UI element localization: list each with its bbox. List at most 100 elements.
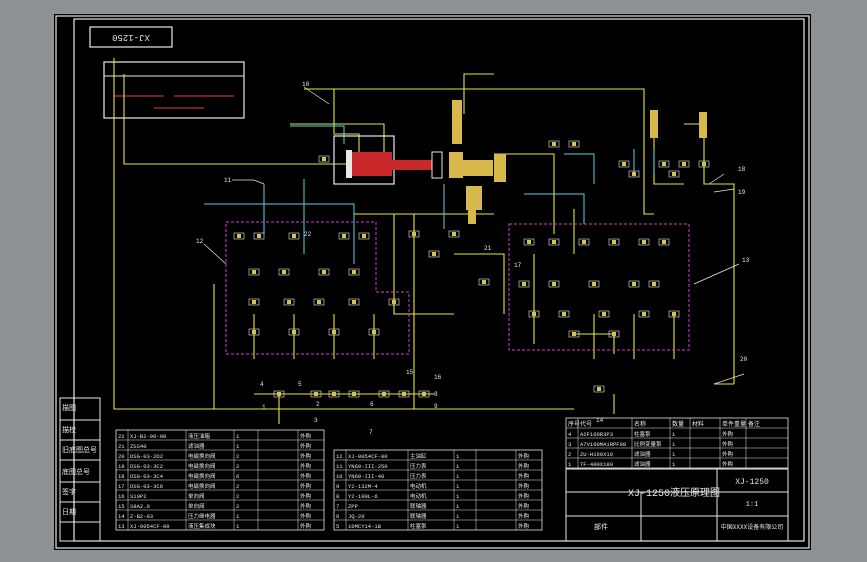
relief-valve	[452, 100, 462, 144]
valve-core	[642, 312, 646, 316]
bom-cell: 1	[672, 461, 676, 468]
callout: 6	[370, 401, 374, 408]
valve-core	[662, 162, 666, 166]
panel-label: 描校	[62, 425, 76, 435]
valve-core	[282, 270, 286, 274]
callout: 7	[369, 429, 373, 436]
bom-cell: 6	[236, 473, 239, 480]
valve-core	[622, 162, 626, 166]
valve-core	[527, 240, 531, 244]
bom-cell: 电动机	[410, 482, 427, 490]
bom-cell: 外购	[300, 512, 312, 520]
cylinder-right-1	[650, 110, 658, 138]
bom-cell: 外购	[300, 432, 312, 440]
valve-core	[612, 240, 616, 244]
bom-cell: 5	[336, 523, 339, 530]
bom-cell: 外购	[518, 482, 530, 490]
bom-cell: 10	[336, 473, 343, 480]
valve-core	[322, 270, 326, 274]
bom-cell: XJ-0054CF-00	[348, 453, 388, 460]
bom-cell: 联轴器	[410, 502, 427, 510]
bom-cell: 滤油器	[634, 450, 651, 458]
bom-cell: 2	[236, 503, 239, 510]
valve-core	[412, 232, 416, 236]
panel-label: 签字	[62, 487, 76, 497]
valve-core	[632, 172, 636, 176]
bom-cell: 2	[568, 451, 571, 458]
drawing-code-label: XJ-1250	[735, 478, 769, 487]
bom-cell: 13	[118, 523, 125, 530]
cylinder-right-2	[699, 112, 707, 138]
valve-core	[432, 252, 436, 256]
valve-core	[602, 312, 606, 316]
bom-cell: 外购	[518, 512, 530, 520]
bom-table-right: 4 A2F160R3P3 柱塞泵 1 外购 3 A7V160MA1RPF00 比例变量泵 1 外购…	[565, 417, 789, 469]
bom-cell: 单向阀	[188, 492, 205, 500]
bom-cell: 17	[118, 483, 125, 490]
valve-core	[277, 392, 281, 396]
callout: 2	[316, 401, 320, 408]
bom-cell: 15	[118, 503, 125, 510]
bom-cell: 7	[336, 503, 339, 510]
callout: 13	[742, 257, 750, 264]
bom-cell: 14	[118, 513, 125, 520]
bom-cell: 10MCY14-1B	[348, 523, 382, 530]
callout: 1	[262, 404, 266, 411]
callout: 11	[224, 177, 232, 184]
bom-cell: 2	[236, 483, 239, 490]
bom-cell: 外购	[722, 450, 734, 458]
bom-cell: JQ-20	[348, 513, 365, 520]
valve-core	[352, 300, 356, 304]
bom-cell: 外购	[518, 492, 530, 500]
valve-core	[672, 312, 676, 316]
valve-core	[642, 240, 646, 244]
bom-header: 数量	[672, 420, 684, 428]
main-cylinder	[333, 135, 443, 185]
valve-core	[257, 234, 261, 238]
bom-header: 代号	[580, 420, 592, 428]
callout: 12	[196, 238, 204, 245]
callout: 8	[434, 391, 438, 398]
valve-core	[582, 240, 586, 244]
mark-label: 部件	[594, 522, 608, 532]
valve-core	[352, 270, 356, 274]
bom-cell: 8	[336, 493, 339, 500]
bom-cell: DSG-03-3C6	[130, 483, 163, 490]
valve-core	[392, 300, 396, 304]
valve-core	[522, 282, 526, 286]
bom-cell: DSG-03-3C2	[130, 463, 163, 470]
panel-label: 描图	[62, 403, 76, 413]
valve-core	[237, 234, 241, 238]
bom-cell: 1	[672, 431, 676, 438]
bom-cell: 柱塞泵	[410, 522, 427, 530]
bom-cell: 外购	[300, 482, 312, 490]
bom-header: 序号	[568, 420, 580, 428]
bom-cell: 联轴器	[410, 512, 427, 520]
callout: 4	[260, 381, 264, 388]
main-pipes	[113, 58, 735, 424]
callout: 5	[298, 381, 302, 388]
bom-cell: 1	[456, 513, 460, 520]
bom-cell: 外购	[722, 440, 734, 448]
valve-core	[287, 300, 291, 304]
valve-core	[702, 162, 706, 166]
bom-cell: 外购	[722, 430, 734, 438]
bom-cell: 1	[236, 513, 240, 520]
valve-core	[372, 330, 376, 334]
bom-cell: 压力继电器	[188, 512, 216, 520]
bom-cell: A7V160MA1RPF00	[580, 441, 626, 448]
valve-core	[362, 234, 366, 238]
bom-cell: 外购	[518, 522, 530, 530]
bom-cell: DSG-03-3C4	[130, 473, 164, 480]
bom-cell: A2F160R3P3	[580, 431, 613, 438]
oil-tank	[103, 61, 245, 119]
bom-cell: 1	[236, 443, 240, 450]
bom-cell: 电磁换向阀	[188, 482, 216, 490]
bom-cell: 16	[118, 493, 125, 500]
bom-cell: 9	[336, 483, 339, 490]
valve-core	[332, 392, 336, 396]
callout: 10	[302, 81, 310, 88]
valve-core	[612, 332, 616, 336]
valve-core	[292, 234, 296, 238]
valve-core	[682, 162, 686, 166]
